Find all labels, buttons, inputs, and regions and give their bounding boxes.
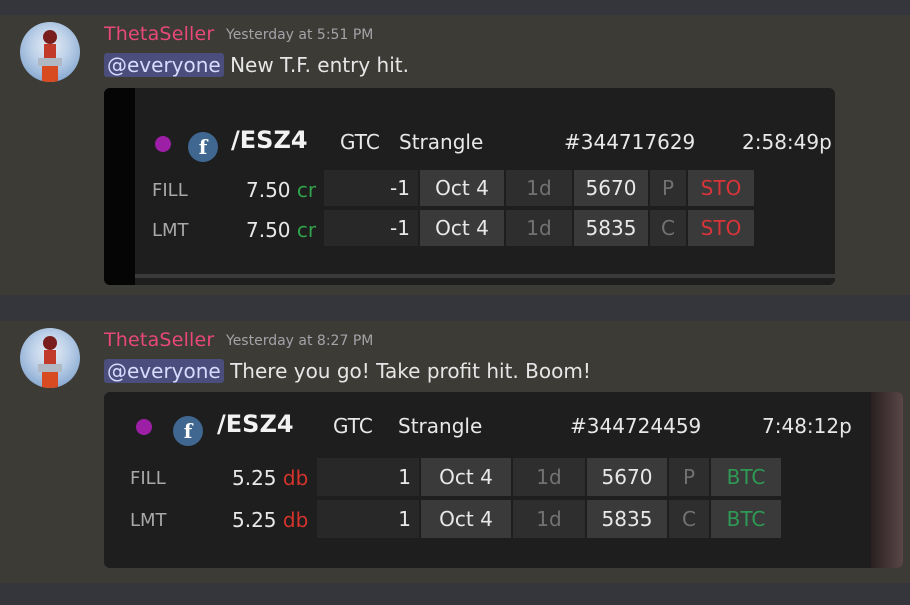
- leg-expiration: Oct 4: [421, 458, 511, 496]
- mention-everyone[interactable]: @everyone: [104, 359, 224, 383]
- leg-strike: 5670: [574, 170, 648, 206]
- order-strategy: Strangle: [399, 130, 484, 154]
- message-2: ThetaSeller Yesterday at 8:27 PM @everyo…: [0, 321, 910, 583]
- embed-divider: [135, 274, 835, 278]
- leg-label: LMT: [130, 510, 167, 531]
- leg-expiration: Oct 4: [420, 170, 504, 206]
- leg-label: LMT: [152, 220, 189, 241]
- leg-expiration: Oct 4: [420, 210, 504, 246]
- f-circle-icon: f: [188, 132, 218, 162]
- leg-qty: 1: [317, 500, 419, 538]
- leg-label: FILL: [152, 180, 188, 201]
- order-symbol: /ESZ4: [217, 410, 294, 438]
- debit-tag: db: [282, 466, 309, 490]
- leg-qty: -1: [324, 210, 418, 246]
- timestamp[interactable]: Yesterday at 8:27 PM: [226, 333, 373, 349]
- leg-type: C: [669, 500, 709, 538]
- leg-strike: 5835: [587, 500, 667, 538]
- order-symbol: /ESZ4: [231, 126, 308, 154]
- purple-dot-icon: [155, 136, 171, 152]
- order-id: #344724459: [570, 414, 702, 438]
- mention-everyone[interactable]: @everyone: [104, 53, 224, 77]
- leg-price: 5.25 db: [232, 508, 309, 532]
- leg-dte: 1d: [513, 458, 585, 496]
- leg-dte: 1d: [506, 210, 572, 246]
- leg-action: STO: [688, 210, 754, 246]
- order-tif: GTC: [333, 414, 373, 438]
- author-name[interactable]: ThetaSeller: [104, 329, 214, 351]
- message-1: ThetaSeller Yesterday at 5:51 PM @everyo…: [0, 15, 910, 295]
- leg-action: BTC: [711, 458, 781, 496]
- leg-type: P: [669, 458, 709, 496]
- leg-qty: -1: [324, 170, 418, 206]
- order-embed[interactable]: f /ESZ4 GTC Strangle #344717629 2:58:49p…: [104, 88, 835, 285]
- purple-dot-icon: [136, 419, 152, 435]
- debit-tag: db: [282, 508, 309, 532]
- leg-strike: 5670: [587, 458, 667, 496]
- timestamp[interactable]: Yesterday at 5:51 PM: [226, 27, 373, 43]
- author-name[interactable]: ThetaSeller: [104, 23, 214, 45]
- leg-strike: 5835: [574, 210, 648, 246]
- leg-dte: 1d: [506, 170, 572, 206]
- leg-expiration: Oct 4: [421, 500, 511, 538]
- embed-accent-bar: [104, 88, 135, 285]
- credit-tag: cr: [296, 178, 317, 202]
- leg-price: 7.50 cr: [246, 178, 317, 202]
- message-text: There you go! Take profit hit. Boom!: [230, 359, 591, 383]
- avatar[interactable]: [20, 22, 80, 82]
- avatar[interactable]: [20, 328, 80, 388]
- order-id: #344717629: [564, 130, 696, 154]
- order-time: 7:48:12p: [762, 414, 852, 438]
- avatar-figure-icon: [38, 30, 62, 82]
- leg-price: 7.50 cr: [246, 218, 317, 242]
- leg-price: 5.25 db: [232, 466, 309, 490]
- leg-action: BTC: [711, 500, 781, 538]
- embed-side-image: [871, 392, 903, 568]
- message-text: New T.F. entry hit.: [230, 53, 409, 77]
- avatar-figure-icon: [38, 336, 62, 388]
- message-content: @everyone New T.F. entry hit.: [104, 53, 409, 77]
- order-embed[interactable]: f /ESZ4 GTC Strangle #344724459 7:48:12p…: [104, 392, 903, 568]
- leg-dte: 1d: [513, 500, 585, 538]
- credit-tag: cr: [296, 218, 317, 242]
- leg-type: C: [650, 210, 686, 246]
- order-tif: GTC: [340, 130, 380, 154]
- order-strategy: Strangle: [398, 414, 483, 438]
- f-circle-icon: f: [173, 416, 203, 446]
- leg-type: P: [650, 170, 686, 206]
- leg-qty: 1: [317, 458, 419, 496]
- leg-action: STO: [688, 170, 754, 206]
- order-time: 2:58:49p: [742, 130, 832, 154]
- message-content: @everyone There you go! Take profit hit.…: [104, 359, 591, 383]
- leg-label: FILL: [130, 468, 166, 489]
